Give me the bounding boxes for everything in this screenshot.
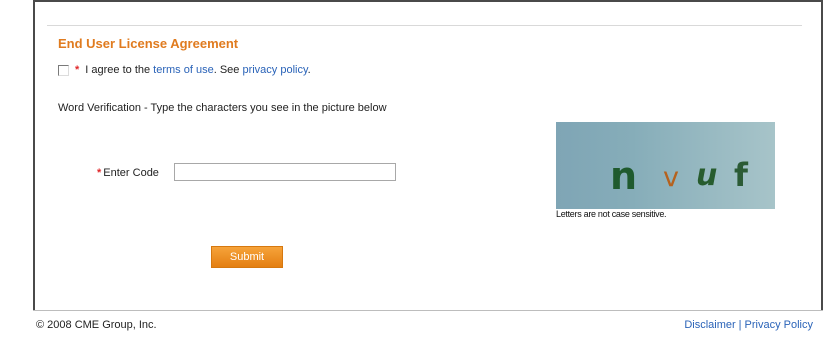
agree-mid-text: . See xyxy=(213,64,240,76)
agree-row: * I agree to the terms of use. See privac… xyxy=(58,64,311,76)
captcha-char: u xyxy=(696,158,718,193)
agree-prefix-text: I agree to the xyxy=(85,64,151,76)
required-marker: * xyxy=(75,64,80,76)
footer-separator: | xyxy=(738,319,742,331)
captcha-char: n xyxy=(610,154,638,198)
captcha-note: Letters are not case sensitive. xyxy=(556,209,667,219)
captcha-char: f xyxy=(734,156,748,194)
required-marker: * xyxy=(97,167,102,179)
enter-code-label: * Enter Code xyxy=(97,167,159,179)
enter-code-label-text: Enter Code xyxy=(103,167,159,179)
captcha-image: n v u f xyxy=(556,122,775,209)
verification-instructions: Word Verification - Type the characters … xyxy=(58,102,387,114)
copyright-text: © 2008 CME Group, Inc. xyxy=(36,319,157,331)
enter-code-input[interactable] xyxy=(174,163,396,181)
privacy-policy-link[interactable]: privacy policy xyxy=(242,64,307,76)
submit-button[interactable]: Submit xyxy=(211,246,283,268)
captcha-char: v xyxy=(663,162,679,193)
footer-divider xyxy=(33,310,823,311)
agree-end-text: . xyxy=(307,64,311,76)
terms-of-use-link[interactable]: terms of use xyxy=(153,64,214,76)
footer-privacy-policy-link[interactable]: Privacy Policy xyxy=(745,319,813,331)
agree-checkbox[interactable] xyxy=(58,64,69,76)
disclaimer-link[interactable]: Disclaimer xyxy=(684,319,735,331)
eula-title: End User License Agreement xyxy=(58,36,239,51)
top-divider xyxy=(47,25,802,26)
footer-links: Disclaimer | Privacy Policy xyxy=(684,319,813,331)
